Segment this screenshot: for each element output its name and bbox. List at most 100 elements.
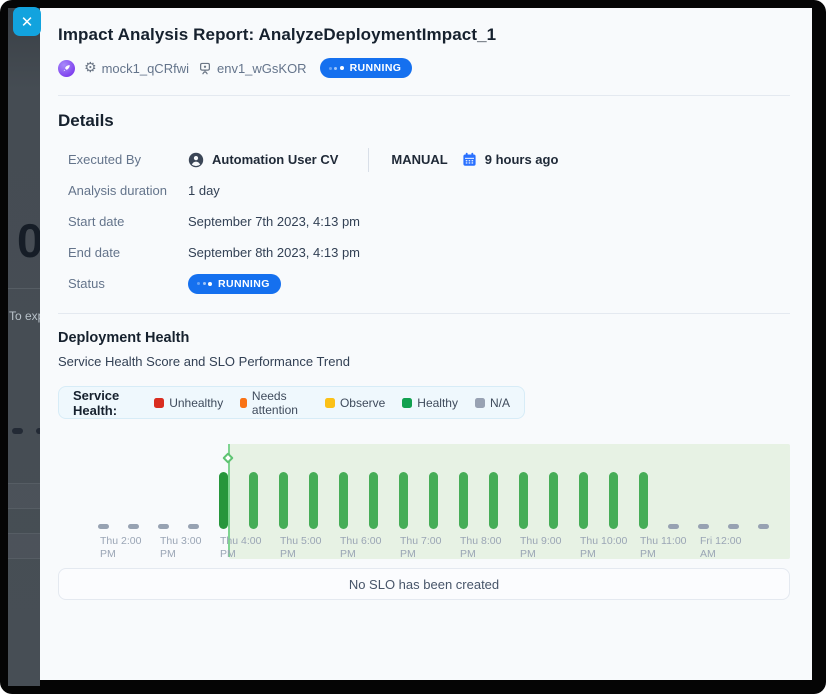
details-heading: Details [58,111,790,131]
legend-item-unhealthy: Unhealthy [154,396,223,410]
na-bar[interactable] [158,524,169,529]
background-row [8,484,40,508]
close-button[interactable]: ✕ [13,7,41,36]
background-row [8,534,40,558]
status-badge: RUNNING [188,274,281,294]
environment-name: env1_wGsKOR [217,61,307,76]
healthy-bar[interactable] [519,472,528,529]
healthy-bar[interactable] [339,472,348,529]
section-divider [58,313,790,314]
na-bar[interactable] [668,524,679,529]
background-icon-stub [12,428,23,434]
detail-value: September 7th 2023, 4:13 pm [188,214,360,229]
environment[interactable]: env1_wGsKOR [198,61,307,76]
healthy-bar[interactable] [309,472,318,529]
background-row-divider [8,288,40,289]
report-meta-row: ⚙ mock1_qCRfwi env1_wGsKOR RUNNING [58,58,790,78]
detail-row-status: Status RUNNING [58,268,790,299]
legend-item-healthy: Healthy [402,396,458,410]
legend-label: N/A [490,396,510,410]
user-icon [188,152,204,168]
na-bar[interactable] [728,524,739,529]
background-row-divider [8,483,40,484]
status-badge-label: RUNNING [350,62,402,74]
healthy-bar[interactable] [369,472,378,529]
service-health-legend: Service Health: Unhealthy Needs attentio… [58,386,525,419]
detail-value: 1 day [188,183,220,198]
healthy-bar[interactable] [429,472,438,529]
section-divider [58,95,790,96]
details-list: Executed By Automation User CV MANUAL [58,144,790,299]
vertical-divider [368,148,369,172]
background-row-divider [8,558,40,559]
background-count-number: 0 [17,213,40,268]
x-axis-label: Thu 6:00PM [340,535,381,561]
na-bar[interactable] [698,524,709,529]
legend-label: Observe [340,396,385,410]
na-bar[interactable] [188,524,199,529]
executed-time-ago: 9 hours ago [485,152,559,167]
na-bar[interactable] [98,524,109,529]
healthy-bar[interactable] [219,472,228,529]
detail-row: Start date September 7th 2023, 4:13 pm [58,206,790,237]
detail-row: Analysis duration 1 day [58,175,790,206]
calendar-icon [462,152,477,167]
detail-row: End date September 8th 2023, 4:13 pm [58,237,790,268]
x-axis-label: Thu 10:00PM [580,535,627,561]
healthy-bar[interactable] [609,472,618,529]
x-axis-label: Thu 8:00PM [460,535,501,561]
legend-label: Needs attention [252,389,308,417]
progress-dots-icon [329,66,344,70]
screenshot-frame: 0 To exp ✕ Impact Analysis Report: Analy… [0,0,826,694]
healthy-bar[interactable] [549,472,558,529]
x-axis-label: Thu 9:00PM [520,535,561,561]
executed-by-name: Automation User CV [212,152,338,167]
na-swatch-icon [475,398,485,408]
background-row-divider [8,533,40,534]
legend-label: Healthy [417,396,458,410]
needs-attention-swatch-icon [240,398,247,408]
na-bar[interactable] [128,524,139,529]
x-axis-label: Thu 3:00PM [160,535,201,561]
x-axis-label: Thu 4:00PM [220,535,261,561]
healthy-bar[interactable] [459,472,468,529]
x-axis-label: Thu 5:00PM [280,535,321,561]
legend-title: Service Health: [73,388,137,418]
detail-row-executed-by: Executed By Automation User CV MANUAL [58,144,790,175]
legend-label: Unhealthy [169,396,223,410]
impact-analysis-modal: Impact Analysis Report: AnalyzeDeploymen… [40,8,812,680]
x-axis-label: Fri 12:00AM [700,535,741,561]
progress-dots-icon [197,282,212,286]
legend-item-observe: Observe [325,396,385,410]
status-badge: RUNNING [320,58,413,78]
deployment-health-heading: Deployment Health [58,330,790,346]
trigger-type: MANUAL [391,152,447,167]
detail-label: Analysis duration [68,183,188,198]
slo-empty-state: No SLO has been created [58,568,790,600]
healthy-bar[interactable] [249,472,258,529]
slo-empty-message: No SLO has been created [349,577,499,592]
detail-label: End date [68,245,188,260]
background-text-fragment: To exp [9,309,40,323]
dimmed-underlying-page: 0 To exp [8,8,40,686]
mock-service-name: mock1_qCRfwi [102,61,189,76]
app-avatar-icon [58,60,75,77]
unhealthy-swatch-icon [154,398,164,408]
legend-item-needs-attention: Needs attention [240,389,308,417]
na-bar[interactable] [758,524,769,529]
mock-service[interactable]: ⚙ mock1_qCRfwi [84,61,189,76]
detail-value: September 8th 2023, 4:13 pm [188,245,360,260]
x-axis-label: Thu 7:00PM [400,535,441,561]
x-axis-label: Thu 11:00PM [640,535,687,561]
modal-title: Impact Analysis Report: AnalyzeDeploymen… [58,25,790,45]
healthy-bar[interactable] [279,472,288,529]
healthy-bar[interactable] [489,472,498,529]
detail-label: Status [68,276,188,291]
healthy-bar[interactable] [399,472,408,529]
health-chart: Thu 2:00PMThu 3:00PMThu 4:00PMThu 5:00PM… [58,431,790,561]
status-badge-label: RUNNING [218,278,270,290]
healthy-bar[interactable] [639,472,648,529]
detail-label: Start date [68,214,188,229]
background-row-divider [8,508,40,509]
healthy-bar[interactable] [579,472,588,529]
